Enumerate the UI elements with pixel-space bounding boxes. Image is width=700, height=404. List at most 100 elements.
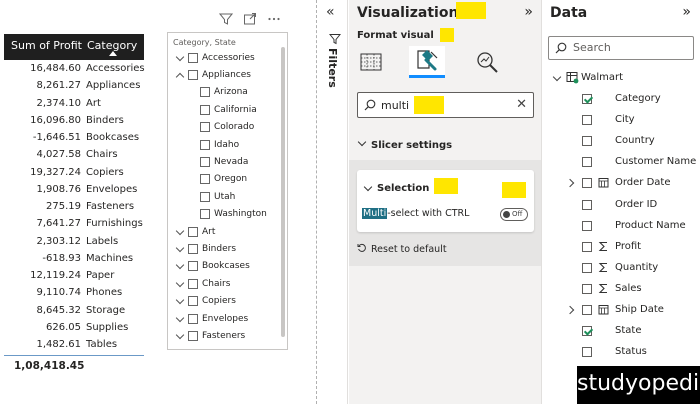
clear-search-icon[interactable]: ✕ bbox=[516, 97, 527, 112]
table-row[interactable]: 626.05 Supplies bbox=[4, 319, 144, 336]
reset-to-default-button[interactable]: Reset to default bbox=[357, 243, 447, 255]
slicer-category-item[interactable]: Binders bbox=[168, 240, 287, 257]
data-field-item[interactable]: Product Name bbox=[542, 216, 700, 237]
column-header-category[interactable]: Category bbox=[84, 34, 144, 60]
expand-pane-icon[interactable]: » bbox=[524, 4, 533, 20]
chevron-right-icon[interactable] bbox=[565, 305, 575, 315]
slicer-checkbox[interactable] bbox=[188, 243, 198, 254]
chevron-down-icon[interactable] bbox=[175, 261, 185, 271]
chevron-down-icon[interactable] bbox=[175, 53, 185, 63]
slicer-category-item[interactable]: Envelopes bbox=[168, 310, 287, 327]
data-field-item[interactable]: Sales bbox=[542, 279, 700, 300]
selection-card-label[interactable]: Selection bbox=[377, 183, 429, 194]
field-checkbox[interactable] bbox=[582, 305, 592, 315]
slicer-checkbox[interactable] bbox=[200, 191, 210, 202]
data-field-item[interactable]: Status bbox=[542, 342, 700, 363]
slicer-checkbox[interactable] bbox=[188, 226, 198, 237]
field-checkbox[interactable] bbox=[582, 347, 592, 358]
table-row[interactable]: 4,027.58 Chairs bbox=[4, 146, 144, 163]
field-checkbox[interactable] bbox=[582, 199, 592, 210]
slicer-state-item[interactable]: Colorado bbox=[168, 119, 287, 136]
build-visual-icon[interactable] bbox=[360, 51, 382, 73]
field-checkbox[interactable] bbox=[582, 220, 592, 231]
slicer-checkbox[interactable] bbox=[188, 52, 198, 63]
field-checkbox[interactable] bbox=[582, 157, 592, 168]
data-field-item[interactable]: Order ID bbox=[542, 195, 700, 216]
chevron-down-icon[interactable] bbox=[175, 314, 185, 324]
slicer-category-item[interactable]: Fasteners bbox=[168, 327, 287, 344]
table-row[interactable]: 16,484.60 Accessories bbox=[4, 60, 145, 77]
chevron-down-icon[interactable] bbox=[175, 331, 185, 341]
expand-pane-icon[interactable]: » bbox=[682, 4, 691, 20]
chevron-down-icon[interactable] bbox=[175, 244, 185, 254]
slicer-checkbox[interactable] bbox=[200, 139, 210, 150]
chevron-down-icon[interactable] bbox=[552, 72, 562, 82]
multi-select-toggle[interactable]: Off bbox=[500, 208, 528, 221]
slicer-scrollbar[interactable] bbox=[281, 47, 285, 337]
filter-icon[interactable] bbox=[218, 12, 234, 26]
slicer-state-item[interactable]: Washington bbox=[168, 206, 287, 223]
table-row[interactable]: 1,908.76 Envelopes bbox=[4, 181, 144, 198]
slicer-state-item[interactable]: Idaho bbox=[168, 136, 287, 153]
data-field-item[interactable]: Quantity bbox=[542, 258, 700, 279]
slicer-category-item[interactable]: Appliances bbox=[168, 66, 287, 83]
data-field-item[interactable]: Order Date bbox=[542, 173, 700, 194]
slicer-checkbox[interactable] bbox=[200, 174, 210, 185]
table-row[interactable]: 9,110.74 Phones bbox=[4, 284, 144, 301]
filters-pane-label[interactable]: Filters bbox=[326, 48, 339, 88]
slicer-state-item[interactable]: Arizona bbox=[168, 84, 287, 101]
data-field-item[interactable]: Customer Name bbox=[542, 152, 700, 173]
data-field-item[interactable]: Category bbox=[542, 89, 700, 110]
chevron-up-icon[interactable] bbox=[175, 70, 185, 80]
slicer-checkbox[interactable] bbox=[200, 157, 210, 168]
table-row[interactable]: 1,482.61 Tables bbox=[4, 336, 144, 353]
format-visual-tab[interactable] bbox=[409, 46, 445, 78]
slicer-checkbox[interactable] bbox=[200, 87, 210, 98]
more-options-icon[interactable] bbox=[267, 12, 281, 26]
slicer-state-item[interactable]: Oregon bbox=[168, 171, 287, 188]
table-row[interactable]: -618.93 Machines bbox=[4, 250, 144, 267]
chevron-down-icon[interactable] bbox=[175, 279, 185, 289]
table-row[interactable]: 2,374.10 Art bbox=[4, 95, 144, 112]
slicer-checkbox[interactable] bbox=[188, 261, 198, 272]
collapse-filters-icon[interactable]: « bbox=[326, 4, 335, 20]
table-node-walmart[interactable]: Walmart bbox=[542, 68, 700, 89]
slicer-category-item[interactable]: Copiers bbox=[168, 292, 287, 309]
slicer-state-item[interactable]: California bbox=[168, 101, 287, 118]
slicer-state-item[interactable]: Nevada bbox=[168, 153, 287, 170]
data-field-item[interactable]: Profit bbox=[542, 237, 700, 258]
slicer-visual[interactable]: Category, State Accessories Appliances Ari… bbox=[167, 32, 288, 350]
slicer-checkbox[interactable] bbox=[188, 70, 198, 81]
table-row[interactable]: 16,096.80 Binders bbox=[4, 112, 144, 129]
field-checkbox[interactable] bbox=[582, 283, 592, 294]
slicer-checkbox[interactable] bbox=[188, 296, 198, 307]
data-field-item[interactable]: Ship Date bbox=[542, 300, 700, 321]
table-row[interactable]: 275.19 Fasteners bbox=[4, 198, 144, 215]
slicer-checkbox[interactable] bbox=[188, 330, 198, 341]
format-search-input[interactable]: multi ✕ bbox=[357, 92, 534, 118]
data-search-input[interactable]: Search bbox=[548, 36, 694, 60]
chevron-down-icon[interactable] bbox=[363, 182, 373, 192]
slicer-category-item[interactable]: Art bbox=[168, 223, 287, 240]
data-field-item[interactable]: State bbox=[542, 321, 700, 342]
table-row[interactable]: 2,303.12 Labels bbox=[4, 233, 144, 250]
slicer-category-item[interactable]: Accessories bbox=[168, 49, 287, 66]
slicer-category-item[interactable]: Bookcases bbox=[168, 258, 287, 275]
slicer-checkbox[interactable] bbox=[200, 209, 210, 220]
table-visual[interactable]: Sum of Profit Category 16,484.60 Accessor… bbox=[4, 34, 145, 376]
chevron-right-icon[interactable] bbox=[565, 179, 575, 188]
data-field-item[interactable]: Country bbox=[542, 131, 700, 152]
slicer-checkbox[interactable] bbox=[200, 104, 210, 115]
data-field-item[interactable]: City bbox=[542, 110, 700, 131]
field-checkbox[interactable] bbox=[582, 115, 592, 126]
focus-mode-icon[interactable] bbox=[243, 12, 257, 26]
chevron-down-icon[interactable] bbox=[175, 296, 185, 306]
slicer-checkbox[interactable] bbox=[200, 122, 210, 133]
slicer-category-item[interactable]: Chairs bbox=[168, 275, 287, 292]
field-checkbox[interactable] bbox=[582, 262, 592, 273]
slicer-checkbox[interactable] bbox=[188, 313, 198, 324]
field-checkbox[interactable] bbox=[582, 136, 592, 147]
table-row[interactable]: 7,641.27 Furnishings bbox=[4, 215, 144, 232]
table-row[interactable]: 8,261.27 Appliances bbox=[4, 77, 144, 94]
slicer-state-item[interactable]: Utah bbox=[168, 188, 287, 205]
